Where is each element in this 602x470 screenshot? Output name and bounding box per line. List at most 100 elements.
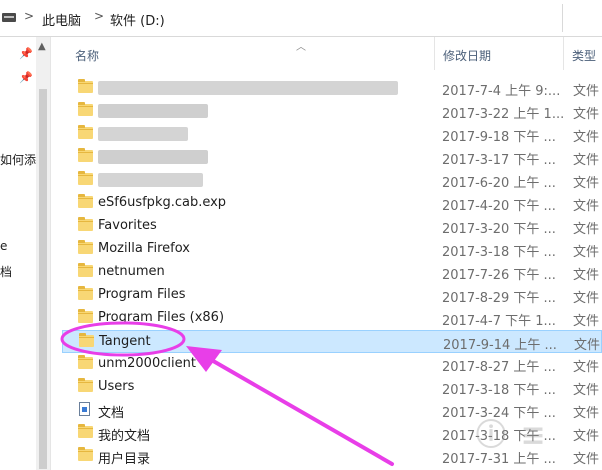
row-type: 文件 — [573, 107, 600, 122]
file-row-selected[interactable]: Tangent 2017-9-14 上午 ... 文件 — [62, 330, 602, 353]
navigation-pane: 📌 📌 如何添 e 档 — [0, 37, 36, 470]
drive-icon — [2, 13, 16, 22]
file-row[interactable]: 2017-6-20 上午 ... 文件 — [62, 169, 602, 192]
blurred-filename — [98, 127, 188, 141]
file-row[interactable]: 2017-7-4 上午 9:... 文件 — [62, 77, 602, 100]
row-date: 2017-4-20 下午 ... — [442, 199, 556, 214]
blurred-filename — [98, 81, 398, 95]
row-date: 2017-3-22 上午 1... — [442, 107, 565, 122]
file-row[interactable]: 2017-9-18 下午 ... 文件 — [62, 123, 602, 146]
row-name: Mozilla Firefox — [98, 241, 190, 256]
row-date: 2017-8-29 下午 ... — [442, 291, 556, 306]
breadcrumb-this-pc[interactable]: 此电脑 — [42, 10, 81, 29]
folder-icon — [78, 217, 93, 231]
row-type: 文件 — [573, 406, 600, 421]
nav-item[interactable]: 档 — [0, 263, 12, 280]
row-name: Tangent — [99, 334, 151, 349]
address-dropdown[interactable] — [562, 4, 601, 32]
row-name: Users — [98, 379, 135, 394]
row-type: 文件 — [573, 383, 600, 398]
nav-item[interactable]: e — [0, 239, 7, 253]
file-row[interactable]: netnumen 2017-7-26 下午 ... 文件 — [62, 261, 602, 284]
row-date: 2017-3-20 下午 ... — [442, 222, 556, 237]
file-row[interactable]: Favorites 2017-3-20 下午 ... 文件 — [62, 215, 602, 238]
scroll-up-arrow-icon[interactable]: ▲ — [38, 41, 46, 52]
row-date: 2017-3-17 下午 ... — [442, 153, 556, 168]
row-type: 文件 — [573, 268, 600, 283]
pin-icon[interactable]: 📌 — [19, 71, 33, 84]
nav-scrollbar[interactable]: ▲ — [36, 37, 51, 470]
file-row[interactable]: 2017-3-17 下午 ... 文件 — [62, 146, 602, 169]
blurred-filename — [98, 104, 208, 118]
document-icon — [79, 402, 90, 416]
row-date: 2017-7-4 上午 9:... — [442, 84, 561, 99]
file-row[interactable]: unm2000client 2017-8-27 上午 ... 文件 — [62, 353, 602, 376]
row-type: 文件 — [573, 130, 600, 145]
folder-icon — [78, 263, 93, 277]
folder-icon — [78, 355, 93, 369]
row-date: 2017-3-18 下午 ... — [442, 383, 556, 398]
row-type: 文件 — [573, 84, 600, 99]
row-name: eSf6usfpkg.cab.exp — [98, 195, 227, 210]
file-row[interactable]: 2017-3-22 上午 1... 文件 — [62, 100, 602, 123]
row-type: 文件 — [573, 153, 600, 168]
file-row[interactable]: Mozilla Firefox 2017-3-18 下午 ... 文件 — [62, 238, 602, 261]
scrollbar-thumb[interactable] — [39, 89, 47, 469]
nav-item[interactable]: 如何添 — [0, 151, 36, 168]
row-date: 2017-7-26 下午 ... — [442, 268, 556, 283]
column-divider[interactable] — [434, 37, 435, 70]
row-type: 文件 — [573, 222, 600, 237]
row-type: 文件 — [573, 245, 600, 260]
pin-icon[interactable]: 📌 — [19, 47, 33, 60]
row-name: 文档 — [98, 406, 125, 421]
blurred-filename — [98, 173, 203, 187]
row-name: unm2000client — [98, 356, 196, 371]
row-name: Program Files — [98, 287, 186, 302]
row-type: 文件 — [573, 176, 600, 191]
column-header-date[interactable]: 修改日期 — [443, 47, 491, 64]
folder-icon — [78, 378, 93, 392]
folder-icon — [78, 286, 93, 300]
row-type: 文件 — [573, 314, 600, 329]
folder-icon — [78, 424, 93, 438]
row-type: 文件 — [573, 452, 600, 467]
file-row[interactable]: Program Files 2017-8-29 下午 ... 文件 — [62, 284, 602, 307]
row-name: Program Files (x86) — [98, 310, 225, 325]
file-row[interactable]: eSf6usfpkg.cab.exp 2017-4-20 下午 ... 文件 — [62, 192, 602, 215]
folder-icon — [78, 148, 93, 162]
row-type: 文件 — [574, 338, 601, 353]
row-date: 2017-9-18 下午 ... — [442, 130, 556, 145]
column-header-name[interactable]: 名称 — [75, 47, 99, 64]
breadcrumb-separator-icon[interactable]: > — [94, 9, 104, 23]
folder-icon — [78, 240, 93, 254]
file-row[interactable]: Program Files (x86) 2017-4-7 下午 1... 文件 — [62, 307, 602, 330]
row-date: 2017-4-7 下午 1... — [442, 314, 556, 329]
row-name: netnumen — [98, 264, 165, 279]
row-date: 2017-9-14 上午 ... — [443, 338, 557, 353]
column-divider[interactable] — [563, 37, 564, 70]
row-date: 2017-8-27 上午 ... — [442, 360, 556, 375]
row-name: Favorites — [98, 218, 157, 233]
row-date: 2017-6-20 上午 ... — [442, 176, 556, 191]
watermark-logo: ⓘ ≡ — [476, 418, 548, 453]
row-type: 文件 — [573, 199, 600, 214]
breadcrumb-separator-icon[interactable]: > — [24, 9, 34, 23]
row-type: 文件 — [573, 360, 600, 375]
row-name: 用户目录 — [98, 452, 151, 467]
folder-icon — [78, 194, 93, 208]
row-name: 我的文档 — [98, 429, 151, 444]
folder-icon — [78, 79, 93, 93]
row-date: 2017-3-18 下午 ... — [442, 245, 556, 260]
column-header-bar: ︿ 名称 修改日期 类型 — [51, 37, 602, 70]
folder-icon — [79, 333, 94, 347]
row-type: 文件 — [573, 429, 600, 444]
column-header-type[interactable]: 类型 — [572, 47, 596, 64]
address-bar[interactable]: > 此电脑 > 软件 (D:) — [0, 0, 602, 37]
folder-icon — [78, 309, 93, 323]
breadcrumb-drive-d[interactable]: 软件 (D:) — [110, 10, 165, 29]
folder-icon — [78, 102, 93, 116]
sort-ascending-icon: ︿ — [296, 42, 306, 53]
row-type: 文件 — [573, 291, 600, 306]
folder-icon — [78, 447, 93, 461]
file-row[interactable]: Users 2017-3-18 下午 ... 文件 — [62, 376, 602, 399]
